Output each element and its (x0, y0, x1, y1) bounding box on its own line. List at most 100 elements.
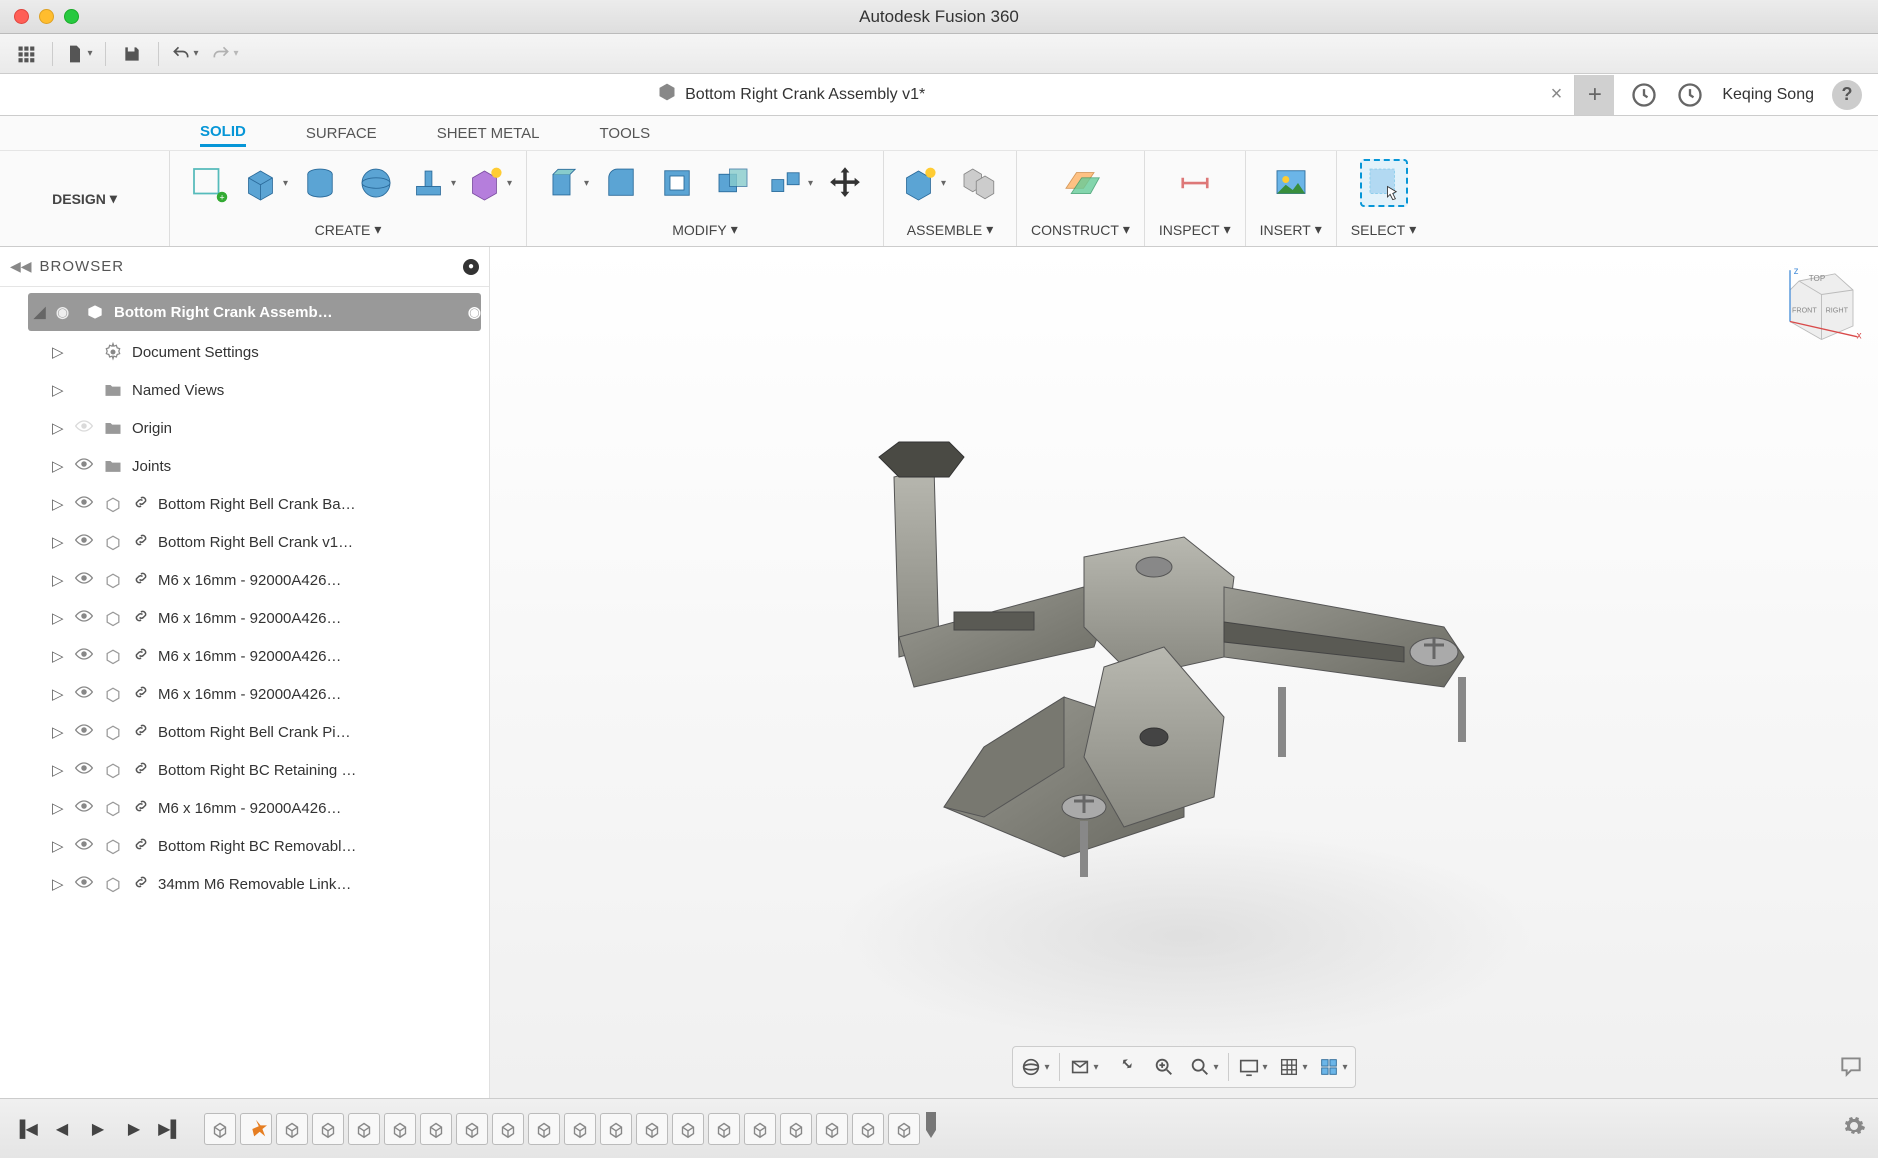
new-component-button[interactable] (898, 159, 946, 207)
joint-button[interactable] (954, 159, 1002, 207)
maximize-window-button[interactable] (64, 9, 79, 24)
expand-arrow-icon[interactable]: ▷ (52, 875, 66, 893)
sphere-button[interactable] (352, 159, 400, 207)
grid-settings-button[interactable] (1275, 1051, 1311, 1083)
expand-arrow-icon[interactable]: ▷ (52, 571, 66, 589)
timeline-play-button[interactable]: ▶ (84, 1115, 112, 1143)
timeline-step[interactable] (276, 1113, 308, 1145)
expand-arrow-icon[interactable]: ▷ (52, 495, 66, 513)
move-button[interactable] (821, 159, 869, 207)
ribbon-tab-tools[interactable]: TOOLS (600, 121, 651, 146)
visibility-icon[interactable]: ◉ (56, 303, 76, 321)
visibility-icon[interactable] (74, 875, 94, 893)
collapse-browser-button[interactable]: ◀◀ (10, 258, 32, 275)
comments-button[interactable] (1838, 1053, 1864, 1084)
tree-item[interactable]: ▷M6 x 16mm - 92000A426… (0, 675, 489, 713)
zoom-window-button[interactable] (1186, 1051, 1222, 1083)
tree-item[interactable]: ▷Bottom Right Bell Crank v1… (0, 523, 489, 561)
document-tab[interactable]: Bottom Right Crank Assembly v1* × (8, 74, 1574, 115)
help-button[interactable]: ? (1832, 80, 1862, 110)
visibility-icon[interactable] (74, 761, 94, 779)
orbit-button[interactable] (1017, 1051, 1053, 1083)
display-settings-button[interactable] (1235, 1051, 1271, 1083)
redo-button[interactable] (207, 39, 243, 69)
tree-item[interactable]: ▷Bottom Right Bell Crank Pi… (0, 713, 489, 751)
tree-item[interactable]: ▷M6 x 16mm - 92000A426… (0, 789, 489, 827)
timeline-first-button[interactable]: ▐◀ (12, 1115, 40, 1143)
align-button[interactable] (765, 159, 813, 207)
timeline-step[interactable] (384, 1113, 416, 1145)
presspull-button[interactable] (541, 159, 589, 207)
timeline-prev-button[interactable]: ◀ (48, 1115, 76, 1143)
timeline-step[interactable] (600, 1113, 632, 1145)
file-menu-button[interactable] (61, 39, 97, 69)
timeline-marker[interactable] (924, 1110, 938, 1147)
tree-item[interactable]: ▷M6 x 16mm - 92000A426… (0, 637, 489, 675)
undo-button[interactable] (167, 39, 203, 69)
data-panel-button[interactable] (8, 39, 44, 69)
visibility-icon[interactable] (74, 457, 94, 475)
tree-item[interactable]: ▷Bottom Right Bell Crank Ba… (0, 485, 489, 523)
form-button[interactable] (464, 159, 512, 207)
expand-arrow-icon[interactable]: ▷ (52, 457, 66, 475)
tree-root[interactable]: ◢ ◉ Bottom Right Crank Assemb… ◉ (28, 293, 481, 331)
timeline-step[interactable] (888, 1113, 920, 1145)
visibility-icon[interactable] (74, 533, 94, 551)
expand-arrow-icon[interactable]: ▷ (52, 837, 66, 855)
look-at-button[interactable] (1066, 1051, 1102, 1083)
tree-item[interactable]: ▷Document Settings (0, 333, 489, 371)
tree-item[interactable]: ▷M6 x 16mm - 92000A426… (0, 561, 489, 599)
ribbon-tab-surface[interactable]: SURFACE (306, 121, 377, 146)
sketch-button[interactable]: + (184, 159, 232, 207)
timeline-settings-button[interactable] (1842, 1114, 1866, 1143)
measure-button[interactable] (1171, 159, 1219, 207)
ribbon-tab-solid[interactable]: SOLID (200, 119, 246, 147)
visibility-icon[interactable] (74, 609, 94, 627)
timeline-step[interactable] (492, 1113, 524, 1145)
timeline-last-button[interactable]: ▶▌ (156, 1115, 184, 1143)
visibility-icon[interactable] (74, 837, 94, 855)
tree-item[interactable]: ▷Joints (0, 447, 489, 485)
timeline-step[interactable] (348, 1113, 380, 1145)
expand-arrow-icon[interactable]: ▷ (52, 647, 66, 665)
rib-button[interactable] (408, 159, 456, 207)
timeline-step[interactable] (816, 1113, 848, 1145)
expand-arrow-icon[interactable]: ▷ (52, 723, 66, 741)
timeline-step[interactable] (636, 1113, 668, 1145)
timeline-step[interactable] (744, 1113, 776, 1145)
expand-arrow-icon[interactable]: ▷ (52, 533, 66, 551)
timeline-step[interactable] (204, 1113, 236, 1145)
tree-item[interactable]: ▷M6 x 16mm - 92000A426… (0, 599, 489, 637)
close-tab-button[interactable]: × (1551, 83, 1563, 106)
timeline-step[interactable] (456, 1113, 488, 1145)
box-button[interactable] (240, 159, 288, 207)
timeline-step[interactable] (708, 1113, 740, 1145)
visibility-icon[interactable] (74, 495, 94, 513)
visibility-icon[interactable] (74, 647, 94, 665)
timeline-step[interactable] (420, 1113, 452, 1145)
radio-icon[interactable]: ◉ (468, 303, 481, 321)
tree-item[interactable]: ▷Named Views (0, 371, 489, 409)
visibility-icon[interactable] (74, 571, 94, 589)
viewport-3d[interactable]: TOP FRONT RIGHT z x (490, 247, 1878, 1098)
expand-arrow-icon[interactable]: ▷ (52, 419, 66, 437)
save-button[interactable] (114, 39, 150, 69)
plane-button[interactable] (1056, 159, 1104, 207)
timeline-step[interactable] (780, 1113, 812, 1145)
user-name[interactable]: Keqing Song (1722, 86, 1814, 104)
timeline-next-button[interactable]: ▶ (120, 1115, 148, 1143)
viewcube[interactable]: TOP FRONT RIGHT z x (1772, 263, 1862, 353)
tree-item[interactable]: ▷Bottom Right BC Retaining … (0, 751, 489, 789)
close-window-button[interactable] (14, 9, 29, 24)
expand-arrow-icon[interactable]: ▷ (52, 343, 66, 361)
ribbon-tab-sheetmetal[interactable]: SHEET METAL (437, 121, 540, 146)
tree-item[interactable]: ▷Bottom Right BC Removabl… (0, 827, 489, 865)
workspace-switcher[interactable]: DESIGN ▾ (0, 151, 170, 246)
timeline-step[interactable] (672, 1113, 704, 1145)
select-button[interactable] (1360, 159, 1408, 207)
cylinder-button[interactable] (296, 159, 344, 207)
timeline-step[interactable] (312, 1113, 344, 1145)
timeline-step[interactable] (564, 1113, 596, 1145)
zoom-button[interactable] (1146, 1051, 1182, 1083)
browser-options-button[interactable]: ● (463, 259, 479, 275)
